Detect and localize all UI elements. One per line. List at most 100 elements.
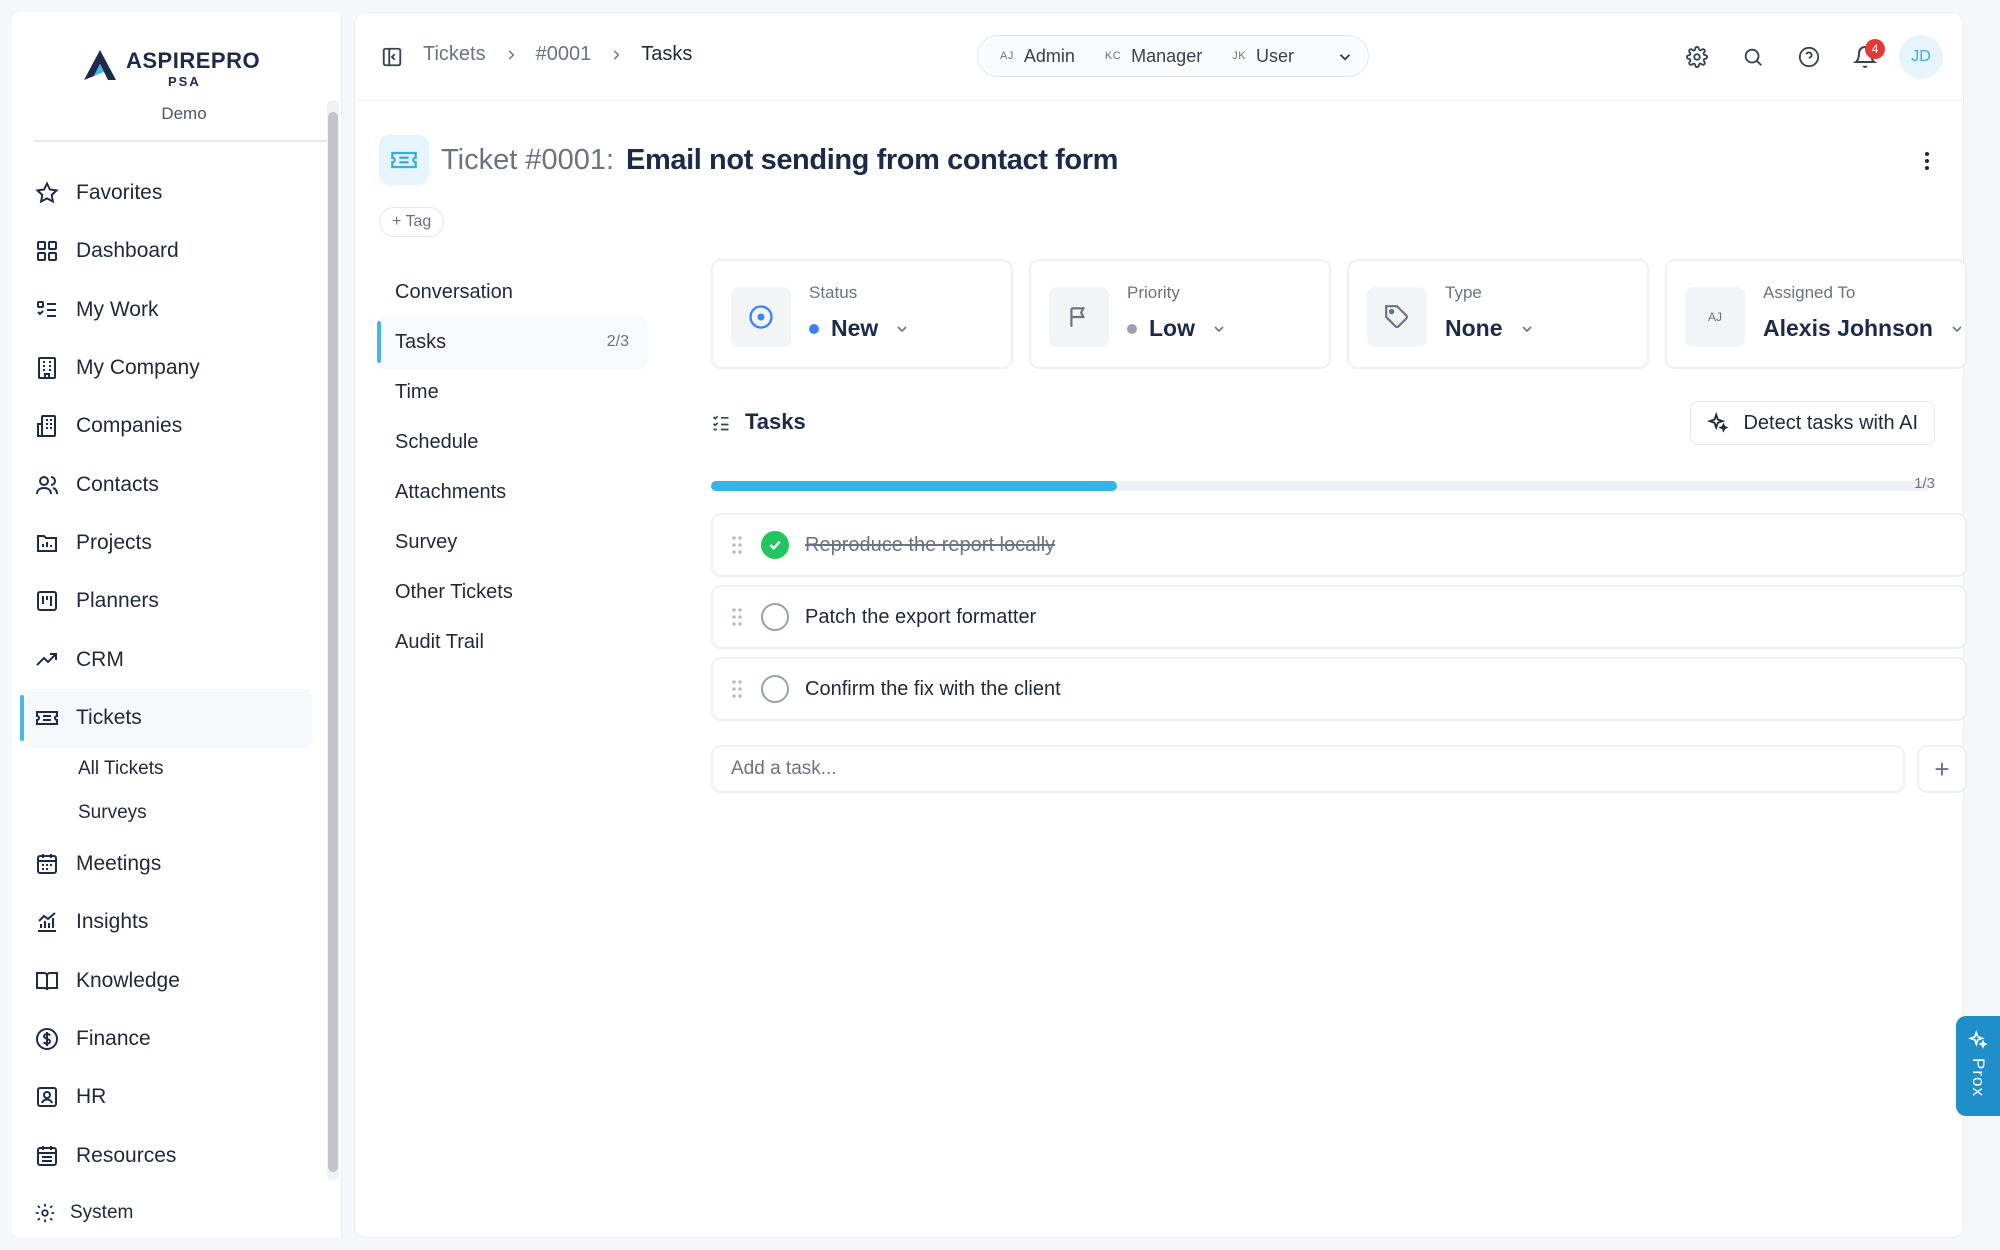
tasks-progress-fill [711, 481, 1117, 491]
sidebar-item-label: Contacts [76, 472, 159, 496]
task-list-icon [711, 412, 731, 432]
add-task-input[interactable] [711, 745, 1905, 793]
sidebar-item-insights[interactable]: Insights [22, 893, 327, 951]
task-item[interactable]: Confirm the fix with the client [711, 657, 1967, 721]
sidebar-toggle-icon[interactable] [381, 46, 403, 68]
type-field[interactable]: Type None [1347, 259, 1649, 369]
sidebar-item-planners[interactable]: Planners [22, 572, 327, 630]
sidebar-item-label: Resources [76, 1143, 177, 1167]
breadcrumb-tickets[interactable]: Tickets [423, 43, 486, 66]
role-label: Admin [1023, 45, 1075, 66]
tasks-progress-bar [711, 481, 1929, 491]
sparkles-icon [1707, 412, 1730, 434]
assigned-value: Alexis Johnson [1763, 315, 1965, 342]
role-admin[interactable]: AJ Admin [1000, 46, 1075, 67]
sidebar-nav: Favorites Dashboard My Work My Company C… [20, 164, 327, 1185]
role-initials: KC [1104, 50, 1122, 62]
drag-handle-icon[interactable] [731, 535, 743, 555]
chevron-down-icon[interactable] [1336, 48, 1354, 66]
task-label: Patch the export formatter [805, 605, 1037, 628]
sidebar-item-label: Favorites [76, 181, 163, 205]
tab-audit-trail[interactable]: Audit Trail [377, 617, 647, 667]
trend-icon [34, 647, 60, 673]
sidebar-item-system[interactable]: System [34, 1202, 133, 1224]
tasks-progress-label: 1/3 [1914, 475, 1935, 492]
status-dot [809, 323, 819, 334]
gear-icon [34, 1202, 58, 1224]
sidebar-item-dashboard[interactable]: Dashboard [22, 222, 327, 280]
drag-handle-icon[interactable] [731, 679, 743, 699]
settings-gear-icon[interactable] [1675, 35, 1719, 79]
assigned-to-field[interactable]: AJ Assigned To Alexis Johnson [1665, 259, 1967, 369]
breadcrumb-ticket-number[interactable]: #0001 [536, 43, 592, 66]
sidebar-item-crm[interactable]: CRM [22, 630, 327, 688]
sidebar-item-companies[interactable]: Companies [22, 397, 327, 455]
sidebar-item-contacts[interactable]: Contacts [22, 455, 327, 513]
chevron-down-icon [1519, 321, 1535, 337]
status-label: Status [809, 283, 858, 302]
sidebar-item-projects[interactable]: Projects [22, 514, 327, 572]
notifications-bell-icon[interactable]: 4 [1843, 35, 1887, 79]
workspace-label: Demo [34, 104, 334, 142]
tab-schedule[interactable]: Schedule [377, 417, 647, 467]
sidebar-scrollbar-thumb[interactable] [328, 112, 338, 1172]
top-bar: Tickets #0001 Tasks AJ Admin KC Manager … [355, 13, 1963, 101]
sidebar-item-tickets[interactable]: Tickets [20, 688, 312, 747]
sidebar-item-label: My Company [76, 356, 200, 380]
tab-conversation[interactable]: Conversation [377, 267, 647, 317]
sidebar-item-hr[interactable]: HR [22, 1068, 327, 1126]
sidebar-item-my-work[interactable]: My Work [22, 281, 327, 339]
sidebar-subitem-surveys[interactable]: Surveys [22, 791, 327, 835]
priority-field[interactable]: Priority Low [1029, 259, 1331, 369]
calendar-list-icon [34, 1143, 60, 1169]
assistant-prox-tab[interactable]: Prox [1956, 1016, 2000, 1116]
task-label: Confirm the fix with the client [805, 677, 1061, 700]
tab-other-tickets[interactable]: Other Tickets [377, 567, 647, 617]
sidebar-subitem-all-tickets[interactable]: All Tickets [22, 747, 327, 791]
status-field[interactable]: Status New [711, 259, 1013, 369]
sidebar-item-label: Insights [76, 910, 149, 934]
ticket-header: Ticket #0001: Email not sending from con… [379, 135, 1118, 185]
sidebar-item-resources[interactable]: Resources [22, 1126, 327, 1184]
add-tag-button[interactable]: + Tag [379, 207, 445, 237]
tab-attachments[interactable]: Attachments [377, 467, 647, 517]
sidebar-item-my-company[interactable]: My Company [22, 339, 327, 397]
chevron-right-icon [609, 48, 623, 62]
assistant-label: Prox [1969, 1058, 1988, 1097]
task-checkbox-checked[interactable] [761, 531, 789, 559]
folder-chart-icon [34, 530, 60, 556]
tab-tasks[interactable]: Tasks 2/3 [377, 317, 647, 367]
user-avatar[interactable]: JD [1899, 35, 1943, 79]
role-switcher[interactable]: AJ Admin KC Manager JK User [977, 35, 1369, 77]
buildings-icon [34, 413, 60, 439]
task-item[interactable]: Patch the export formatter [711, 585, 1967, 649]
priority-value: Low [1127, 315, 1227, 342]
role-manager[interactable]: KC Manager [1105, 46, 1202, 67]
ticket-title[interactable]: Email not sending from contact form [626, 144, 1118, 177]
brand-logo[interactable]: ASPIREPRO PSA [72, 34, 262, 90]
chevron-down-icon [1211, 321, 1227, 337]
task-list: Reproduce the report locally Patch the e… [711, 513, 1967, 729]
sidebar-item-label: Companies [76, 414, 183, 438]
detect-tasks-ai-button[interactable]: Detect tasks with AI [1690, 401, 1935, 445]
search-icon[interactable] [1731, 35, 1775, 79]
calendar-icon [34, 851, 60, 877]
tab-survey[interactable]: Survey [377, 517, 647, 567]
sidebar-item-knowledge[interactable]: Knowledge [22, 952, 327, 1010]
priority-dot [1127, 323, 1137, 334]
tab-time[interactable]: Time [377, 367, 647, 417]
task-checkbox[interactable] [761, 675, 789, 703]
sidebar-item-favorites[interactable]: Favorites [22, 164, 327, 222]
role-user[interactable]: JK User [1232, 46, 1294, 67]
task-item[interactable]: Reproduce the report locally [711, 513, 1967, 577]
more-options-icon[interactable] [1915, 149, 1939, 173]
drag-handle-icon[interactable] [731, 607, 743, 627]
help-icon[interactable] [1787, 35, 1831, 79]
sidebar-item-finance[interactable]: Finance [22, 1010, 327, 1068]
sidebar-item-meetings[interactable]: Meetings [22, 835, 327, 893]
breadcrumb: Tickets #0001 Tasks [423, 43, 692, 66]
add-task-button[interactable]: + [1917, 745, 1967, 793]
tasks-count: 2/3 [606, 333, 629, 350]
task-checkbox[interactable] [761, 603, 789, 631]
sidebar-item-label: Finance [76, 1027, 151, 1050]
